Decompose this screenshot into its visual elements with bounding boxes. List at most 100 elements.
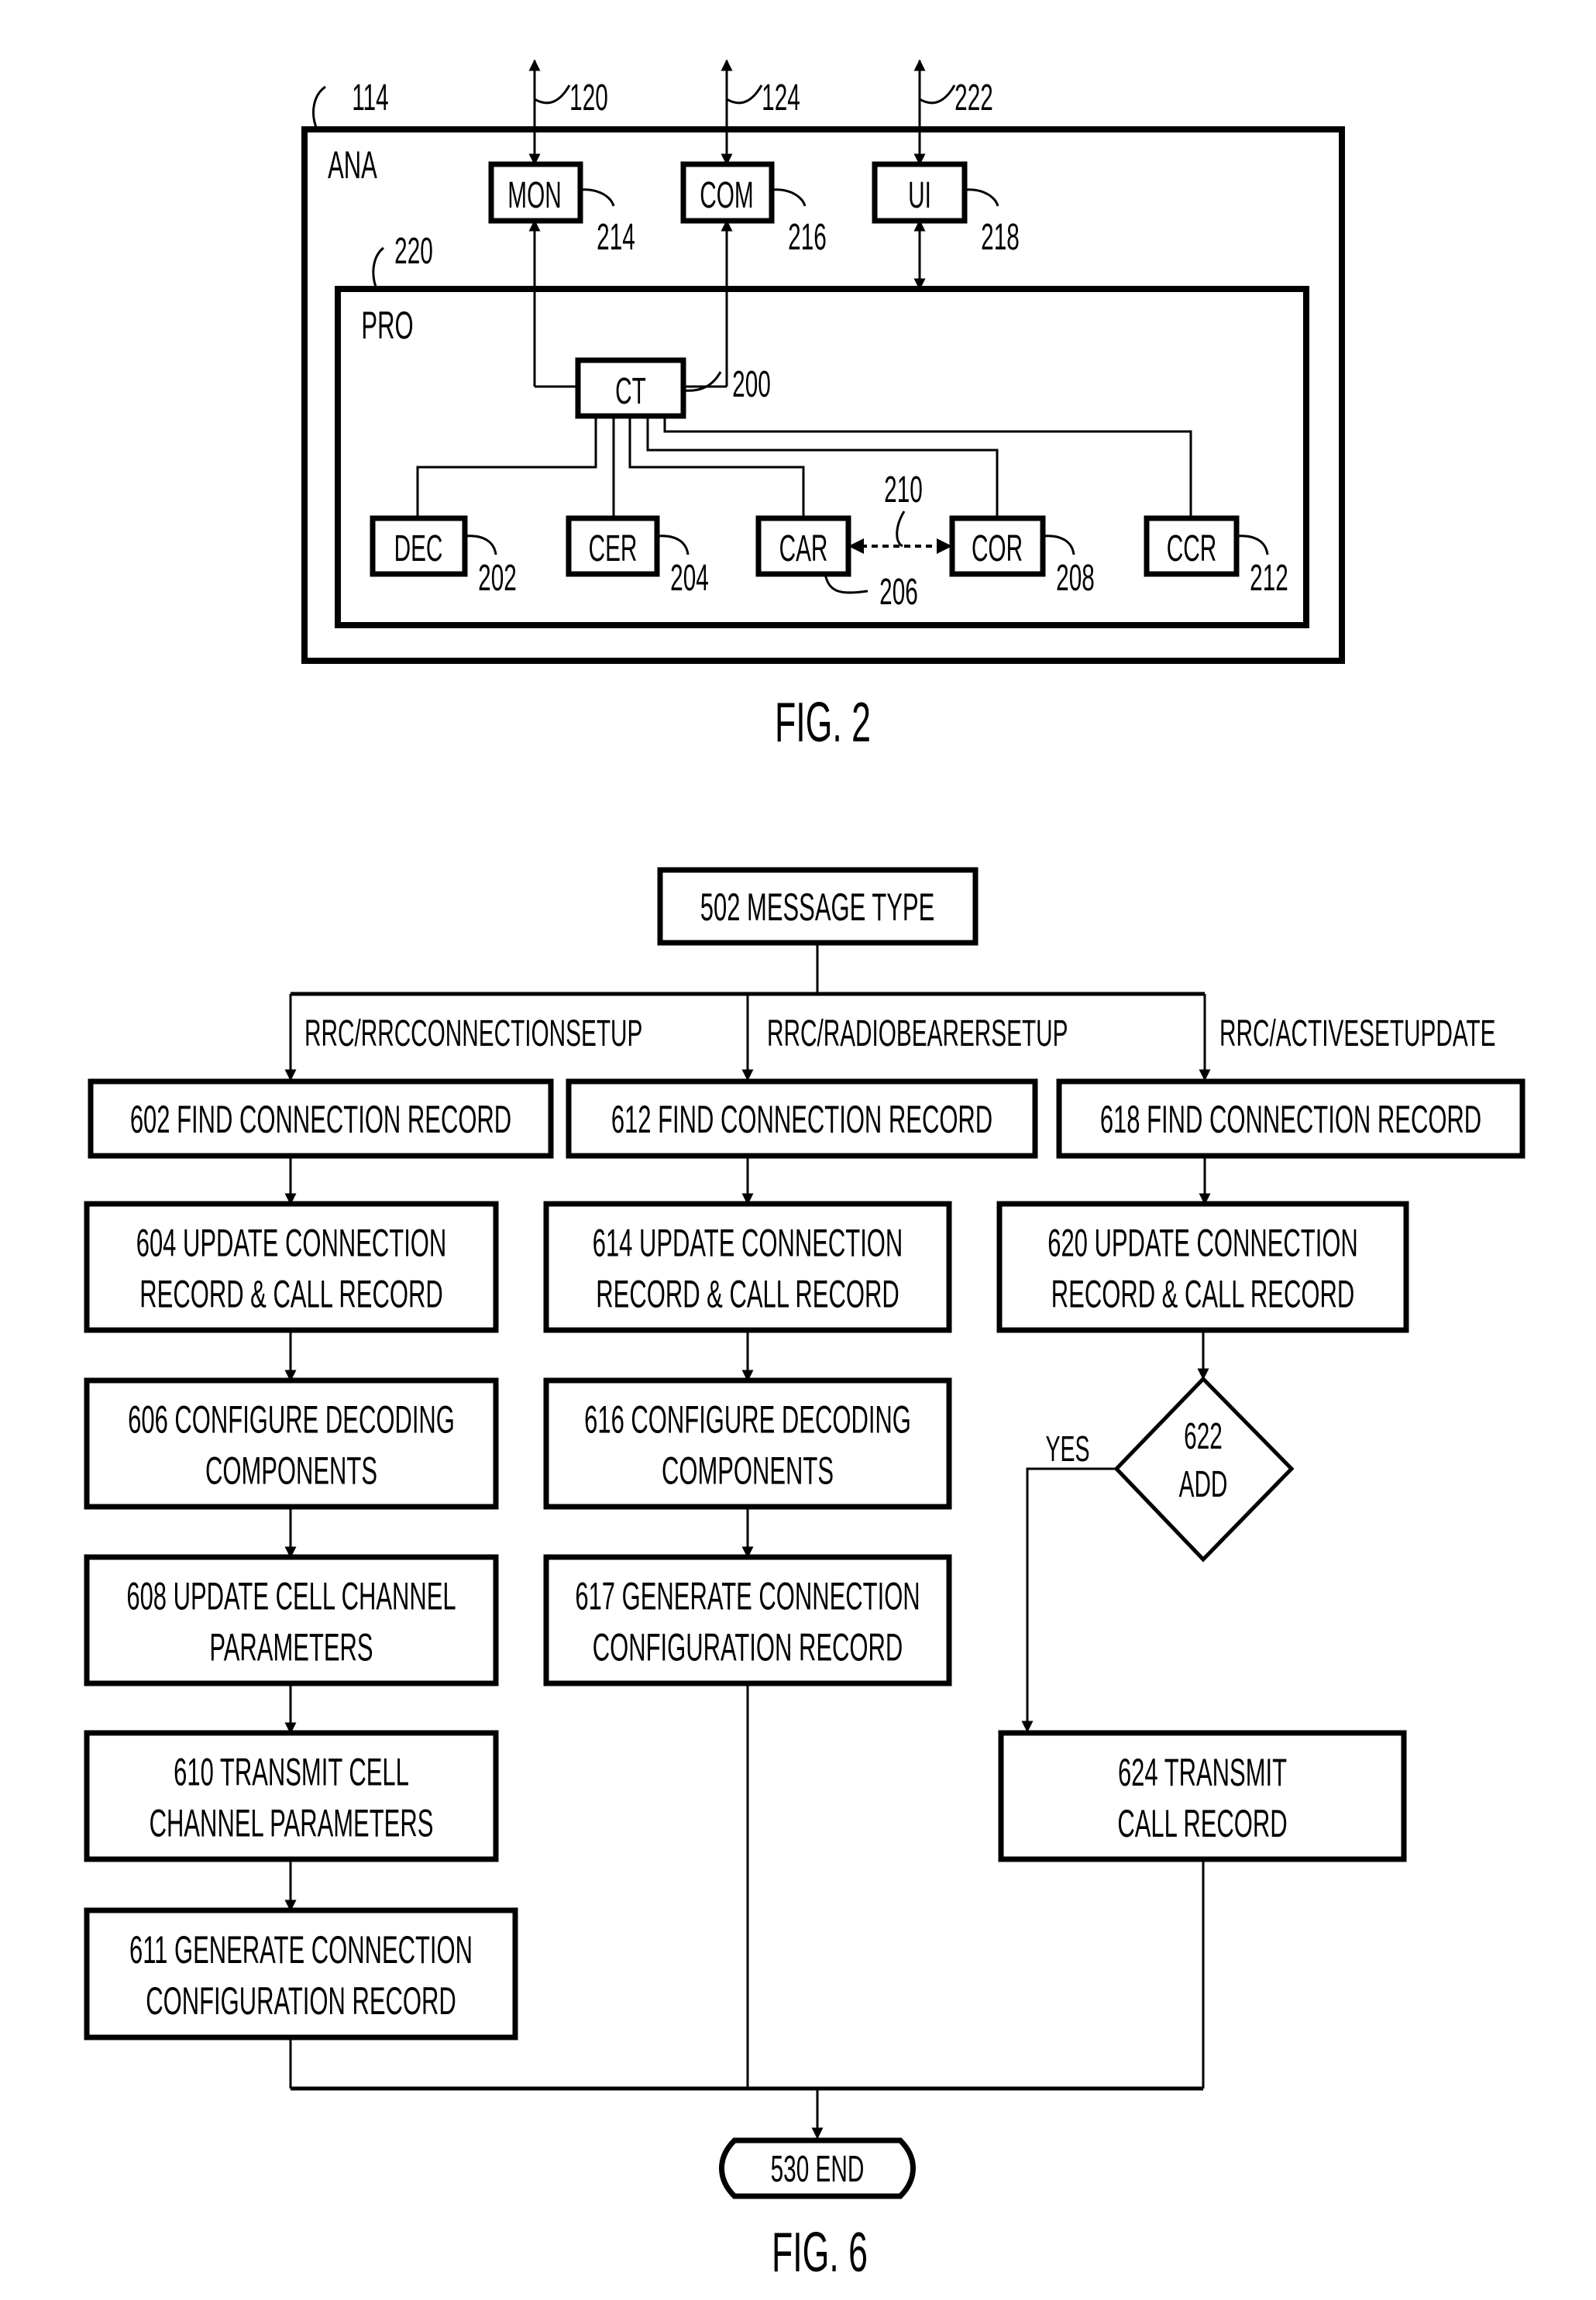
- controller-label-group: CT: [615, 371, 646, 412]
- ref-ccr: 212: [1250, 558, 1288, 599]
- fig-6-caption-group: FIG. 6: [772, 2221, 868, 2284]
- end-label: 530 END: [771, 2149, 865, 2190]
- ref-114-group: 114: [352, 77, 388, 119]
- step-label-618: 618 FIND CONNECTION RECORD: [1100, 1097, 1481, 1140]
- module-label-dec: DEC: [394, 528, 443, 569]
- decision-label-line1-group: 622: [1184, 1416, 1223, 1457]
- controller-label: CT: [615, 371, 646, 412]
- step-label-616-line2: COMPONENTS: [662, 1449, 834, 1492]
- step-label-612-group: 612 FIND CONNECTION RECORD: [611, 1097, 992, 1140]
- ana-outer-box: [301, 126, 1345, 664]
- ref-leader-cer: [656, 535, 690, 555]
- ref-210-group: 210: [884, 469, 923, 511]
- ref-link-mon-group: 120: [569, 77, 608, 119]
- pro-label: PRO: [361, 303, 413, 346]
- branch-condition-2-group: RRC/ACTIVESETUPDATE: [1219, 1013, 1495, 1054]
- step-label-616-line1-group: 616 CONFIGURE DECODING: [584, 1398, 911, 1441]
- patent-drawing-sheet: ANA 114 PRO 220 MON 214 120 COM 216 124 UI 218 222 CT…: [84, 59, 1525, 2284]
- step-label-611-line2: CONFIGURATION RECORD: [146, 1979, 456, 2022]
- ref-114-leader: [312, 85, 326, 130]
- ref-leader-cor: [1042, 535, 1075, 555]
- ref-200-group: 200: [732, 364, 771, 405]
- module-label-cor-group: COR: [972, 528, 1023, 569]
- module-label-cor: COR: [972, 528, 1023, 569]
- ref-leader-ui: [964, 188, 999, 207]
- module-label-com-group: COM: [700, 175, 753, 216]
- yes-path-arrow: [1021, 1467, 1116, 1733]
- ct-dec-wire: [416, 416, 597, 518]
- branch-condition-1-group: RRC/RADIOBEARERSETUP: [767, 1013, 1068, 1054]
- ref-220-leader: [372, 246, 385, 290]
- ref-leader-com: [771, 188, 807, 207]
- fig-2-block-diagram: ANA 114 PRO 220 MON 214 120 COM 216 124 UI 218 222 CT…: [301, 59, 1345, 754]
- decision-label-line2: ADD: [1179, 1464, 1228, 1505]
- ref-cor-group: 208: [1056, 558, 1095, 599]
- ref-220: 220: [394, 231, 433, 272]
- step-label-611-line1: 611 GENERATE CONNECTION: [129, 1927, 473, 1971]
- ref-leader-link-ui: [919, 84, 956, 105]
- ref-com-group: 216: [788, 217, 827, 258]
- step-label-620-line1: 620 UPDATE CONNECTION: [1047, 1221, 1358, 1264]
- step-label-606-line1-group: 606 CONFIGURE DECODING: [128, 1398, 455, 1441]
- yes-label: YES: [1045, 1429, 1089, 1470]
- module-label-dec-group: DEC: [394, 528, 443, 569]
- fig-2-caption: FIG. 2: [775, 691, 871, 754]
- step-label-617-line1-group: 617 GENERATE CONNECTION: [575, 1574, 920, 1618]
- ref-cer-group: 204: [670, 558, 709, 599]
- branch-condition-2: RRC/ACTIVESETUPDATE: [1219, 1013, 1495, 1054]
- step-label-614-line2-group: RECORD & CALL RECORD: [596, 1272, 899, 1315]
- step-label-604-line2-group: RECORD & CALL RECORD: [139, 1272, 442, 1315]
- module-label-com: COM: [700, 175, 753, 216]
- step-label-610-line2-group: CHANNEL PARAMETERS: [150, 1801, 434, 1844]
- step-label-620-line1-group: 620 UPDATE CONNECTION: [1047, 1221, 1358, 1264]
- ref-dec-group: 202: [478, 558, 517, 599]
- step-label-612: 612 FIND CONNECTION RECORD: [611, 1097, 992, 1140]
- branch-condition-0: RRC/RRCCONNECTIONSETUP: [304, 1013, 642, 1054]
- ref-ui-group: 218: [981, 217, 1020, 258]
- step-label-624-line2-group: CALL RECORD: [1117, 1801, 1287, 1844]
- ref-mon-group: 214: [597, 217, 635, 258]
- ref-210: 210: [884, 469, 923, 511]
- module-label-ui-group: UI: [908, 175, 931, 216]
- step-label-624-line2: CALL RECORD: [1117, 1801, 1287, 1844]
- ref-200: 200: [732, 364, 771, 405]
- ref-cor: 208: [1056, 558, 1095, 599]
- step-label-604-line2: RECORD & CALL RECORD: [139, 1272, 442, 1315]
- step-label-610-line1-group: 610 TRANSMIT CELL: [174, 1750, 409, 1793]
- ref-leader-ccr: [1236, 535, 1269, 555]
- step-label-617-line1: 617 GENERATE CONNECTION: [575, 1574, 920, 1618]
- ref-leader-link-com: [726, 84, 763, 105]
- module-label-cer-group: CER: [589, 528, 638, 569]
- step-label-610-line2: CHANNEL PARAMETERS: [150, 1801, 434, 1844]
- step-label-617-line2-group: CONFIGURATION RECORD: [593, 1625, 903, 1669]
- step-label-502: 502 MESSAGE TYPE: [700, 885, 935, 928]
- branch-condition-0-group: RRC/RRCCONNECTIONSETUP: [304, 1013, 642, 1054]
- step-label-620-line2-group: RECORD & CALL RECORD: [1051, 1272, 1354, 1315]
- ref-link-ui: 222: [955, 77, 993, 119]
- step-label-606-line2-group: COMPONENTS: [205, 1449, 377, 1492]
- step-label-616-line1: 616 CONFIGURE DECODING: [584, 1398, 911, 1441]
- ref-220-group: 220: [394, 231, 433, 272]
- ref-210-leader: [896, 511, 906, 548]
- module-label-car: CAR: [779, 528, 828, 569]
- step-label-502-group: 502 MESSAGE TYPE: [700, 885, 935, 928]
- ref-cer: 204: [670, 558, 709, 599]
- module-label-ccr: CCR: [1167, 528, 1216, 569]
- module-label-mon-group: MON: [507, 175, 561, 216]
- step-label-608-line2: PARAMETERS: [209, 1625, 373, 1669]
- ref-link-ui-group: 222: [955, 77, 993, 119]
- ref-car: 206: [879, 572, 918, 613]
- ref-com: 216: [788, 217, 827, 258]
- ref-leader-mon: [580, 188, 615, 207]
- module-label-ui: UI: [908, 175, 931, 216]
- module-label-mon: MON: [507, 175, 561, 216]
- fig-6-caption: FIG. 6: [772, 2221, 868, 2284]
- ref-link-com-group: 124: [762, 77, 800, 119]
- module-label-car-group: CAR: [779, 528, 828, 569]
- step-label-616-line2-group: COMPONENTS: [662, 1449, 834, 1492]
- step-label-608-line1-group: 608 UPDATE CELL CHANNEL: [126, 1574, 456, 1618]
- ref-dec: 202: [478, 558, 517, 599]
- ana-label-group: ANA: [328, 143, 377, 186]
- decision-label-line2-group: ADD: [1179, 1464, 1228, 1505]
- ana-label: ANA: [328, 143, 377, 186]
